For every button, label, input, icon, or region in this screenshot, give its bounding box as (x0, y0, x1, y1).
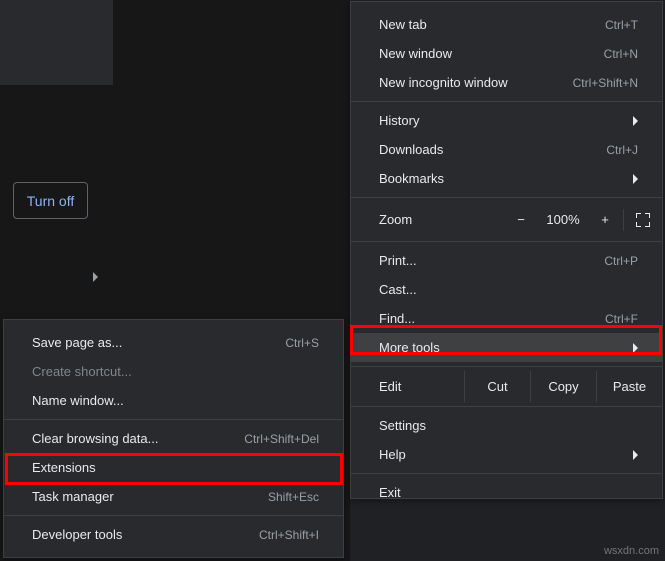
submenu-create-shortcut: Create shortcut... (4, 357, 343, 386)
separator (351, 101, 662, 102)
chevron-right-icon (633, 116, 638, 126)
submenu-task-manager[interactable]: Task manager Shift+Esc (4, 482, 343, 511)
menu-print[interactable]: Print... Ctrl+P (351, 246, 662, 275)
separator (351, 197, 662, 198)
menu-new-window[interactable]: New window Ctrl+N (351, 39, 662, 68)
zoom-in-button[interactable]: + (587, 212, 623, 227)
menu-label: Create shortcut... (32, 364, 132, 379)
menu-history[interactable]: History (351, 106, 662, 135)
turn-off-button[interactable]: Turn off (13, 182, 88, 219)
menu-label: Clear browsing data... (32, 431, 158, 446)
submenu-name-window[interactable]: Name window... (4, 386, 343, 415)
separator (351, 366, 662, 367)
shortcut: Ctrl+Shift+N (573, 76, 638, 90)
chevron-right-icon (93, 272, 98, 282)
submenu-save-page[interactable]: Save page as... Ctrl+S (4, 328, 343, 357)
shortcut: Ctrl+J (606, 143, 638, 157)
shortcut: Ctrl+T (605, 18, 638, 32)
menu-exit[interactable]: Exit (351, 478, 662, 507)
menu-help[interactable]: Help (351, 440, 662, 469)
menu-downloads[interactable]: Downloads Ctrl+J (351, 135, 662, 164)
chevron-right-icon (633, 174, 638, 184)
menu-find[interactable]: Find... Ctrl+F (351, 304, 662, 333)
menu-label: Cast... (379, 282, 417, 297)
shortcut: Ctrl+P (604, 254, 638, 268)
watermark: wsxdn.com (604, 545, 659, 557)
menu-label: Save page as... (32, 335, 122, 350)
separator (4, 419, 343, 420)
shortcut: Shift+Esc (268, 490, 319, 504)
chevron-right-icon (633, 450, 638, 460)
separator (351, 406, 662, 407)
shortcut: Ctrl+F (605, 312, 638, 326)
shortcut: Ctrl+Shift+Del (244, 432, 319, 446)
menu-zoom: Zoom − 100% + (351, 202, 662, 237)
menu-label: Settings (379, 418, 426, 433)
submenu-clear-browsing-data[interactable]: Clear browsing data... Ctrl+Shift+Del (4, 424, 343, 453)
menu-label: Find... (379, 311, 415, 326)
paste-button[interactable]: Paste (596, 371, 662, 402)
menu-new-incognito[interactable]: New incognito window Ctrl+Shift+N (351, 68, 662, 97)
menu-label: More tools (379, 340, 440, 355)
menu-edit: Edit Cut Copy Paste (351, 371, 662, 402)
cut-button[interactable]: Cut (464, 371, 530, 402)
submenu-developer-tools[interactable]: Developer tools Ctrl+Shift+I (4, 520, 343, 549)
menu-label: History (379, 113, 419, 128)
menu-label: Task manager (32, 489, 114, 504)
copy-button[interactable]: Copy (530, 371, 596, 402)
menu-label: New tab (379, 17, 427, 32)
menu-label: New incognito window (379, 75, 508, 90)
more-tools-submenu: Save page as... Ctrl+S Create shortcut..… (3, 319, 344, 558)
menu-label: Help (379, 447, 406, 462)
shortcut: Ctrl+Shift+I (259, 528, 319, 542)
main-menu: New tab Ctrl+T New window Ctrl+N New inc… (350, 1, 663, 499)
menu-label: Developer tools (32, 527, 122, 542)
submenu-extensions[interactable]: Extensions (4, 453, 343, 482)
menu-label: Bookmarks (379, 171, 444, 186)
zoom-out-button[interactable]: − (503, 212, 539, 227)
menu-bookmarks[interactable]: Bookmarks (351, 164, 662, 193)
menu-more-tools[interactable]: More tools (351, 333, 662, 362)
menu-label: Name window... (32, 393, 124, 408)
background-tab-area (0, 0, 113, 85)
chevron-right-icon (633, 343, 638, 353)
menu-settings[interactable]: Settings (351, 411, 662, 440)
zoom-label: Zoom (379, 212, 503, 227)
menu-label: Exit (379, 485, 401, 500)
shortcut: Ctrl+N (604, 47, 638, 61)
edit-label: Edit (379, 379, 464, 394)
menu-cast[interactable]: Cast... (351, 275, 662, 304)
separator (4, 515, 343, 516)
menu-label: Downloads (379, 142, 443, 157)
menu-label: Extensions (32, 460, 96, 475)
menu-label: Print... (379, 253, 417, 268)
fullscreen-button[interactable] (624, 213, 662, 227)
shortcut: Ctrl+S (285, 336, 319, 350)
fullscreen-icon (636, 213, 650, 227)
separator (351, 241, 662, 242)
menu-label: New window (379, 46, 452, 61)
zoom-percent: 100% (539, 212, 587, 227)
separator (351, 473, 662, 474)
menu-new-tab[interactable]: New tab Ctrl+T (351, 10, 662, 39)
